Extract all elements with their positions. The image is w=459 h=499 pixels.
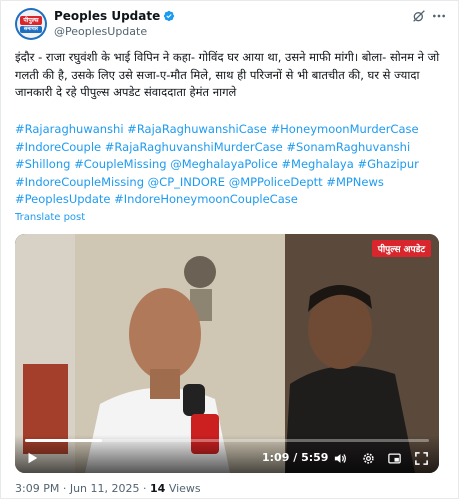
settings-gear-icon[interactable] xyxy=(361,451,376,466)
avatar[interactable]: पीपुल्स समाचार xyxy=(15,8,47,40)
views-label: Views xyxy=(168,482,201,495)
account-handle[interactable]: @PeoplesUpdate xyxy=(54,25,147,38)
video-time-separator: / xyxy=(293,451,302,464)
video-brand-badge: पीपुल्स अपडेट xyxy=(371,240,431,257)
avatar-logo-top: पीपुल्स xyxy=(20,15,42,25)
video-time-total: 5:59 xyxy=(301,451,329,464)
display-name[interactable]: Peoples Update xyxy=(54,9,160,23)
video-time: 1:09 / 5:59 xyxy=(262,451,328,464)
video-controls: 1:09 / 5:59 xyxy=(15,435,439,473)
more-options-icon[interactable] xyxy=(431,8,447,24)
play-icon[interactable] xyxy=(25,451,39,465)
video-progress-fill xyxy=(25,439,102,442)
pop-out-icon[interactable] xyxy=(387,451,402,466)
translate-post-link[interactable]: Translate post xyxy=(15,212,85,223)
avatar-logo: पीपुल्स समाचार xyxy=(17,10,45,38)
name-row: Peoples Update xyxy=(54,9,175,23)
tweet-hashtags[interactable]: #Rajaraghuwanshi #RajaRaghuwanshiCase #H… xyxy=(15,121,447,209)
avatar-logo-bottom: समाचार xyxy=(20,25,42,33)
meta-separator: · xyxy=(62,482,70,495)
video-player[interactable]: पीपुल्स अपडेट 1:09 / 5:59 xyxy=(15,234,439,473)
post-date[interactable]: Jun 11, 2025 xyxy=(70,482,140,495)
tweet-card: पीपुल्स समाचार Peoples Update @PeoplesUp… xyxy=(0,0,459,499)
tweet-header: पीपुल्स समाचार Peoples Update @PeoplesUp… xyxy=(15,8,447,42)
tweet-text: इंदौर - राजा रघुवंशी के भाई विपिन ने कहा… xyxy=(15,50,440,99)
verified-badge-icon xyxy=(164,10,175,22)
fullscreen-icon[interactable] xyxy=(414,451,429,466)
meta-separator: · xyxy=(143,482,150,495)
video-progress-bar[interactable] xyxy=(25,439,429,442)
grok-icon[interactable] xyxy=(411,8,427,24)
volume-icon[interactable] xyxy=(333,451,348,466)
views-count: 14 xyxy=(150,482,166,495)
video-time-current: 1:09 xyxy=(262,451,290,464)
post-time[interactable]: 3:09 PM xyxy=(15,482,59,495)
tweet-meta: 3:09 PM · Jun 11, 2025 · 14 Views xyxy=(15,482,201,495)
